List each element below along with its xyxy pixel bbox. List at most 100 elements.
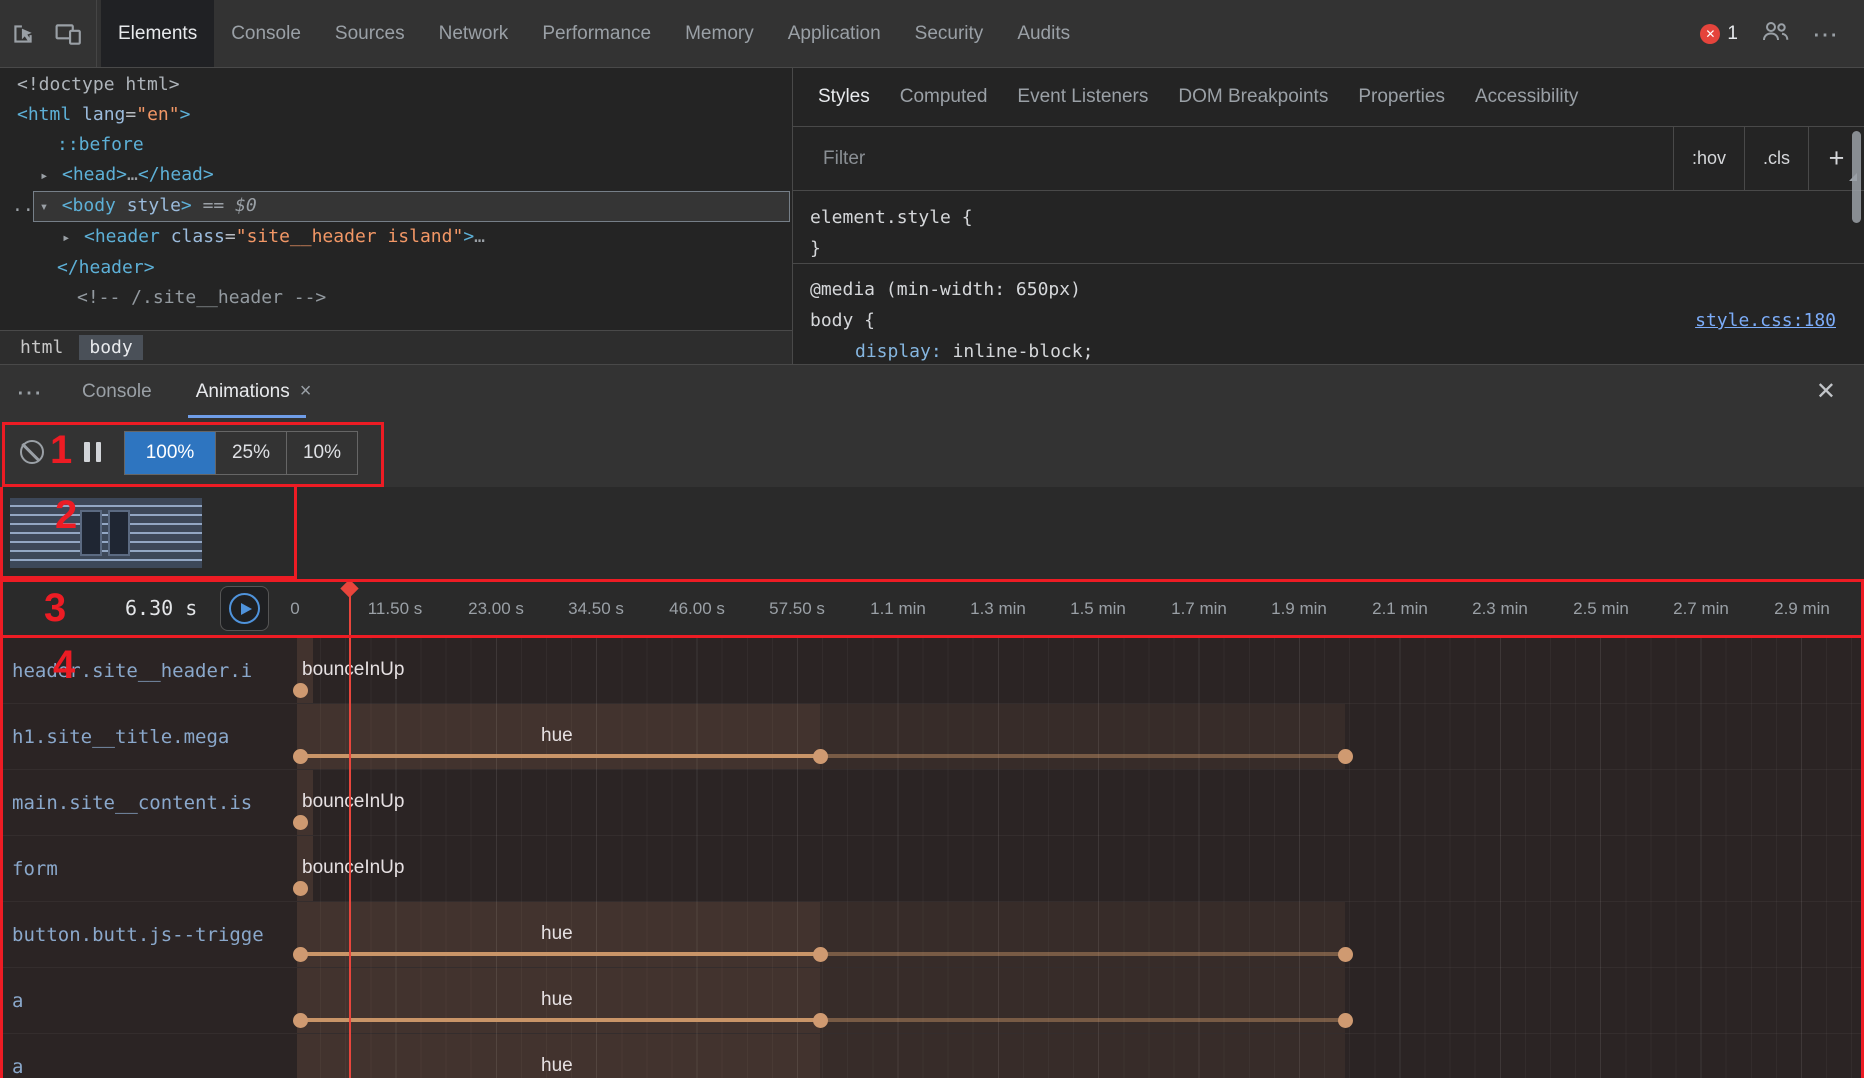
- breadcrumb: htmlbody: [0, 330, 792, 364]
- hov-toggle-button[interactable]: :hov: [1673, 127, 1744, 190]
- collapsed-arrow-icon[interactable]: ▸: [40, 161, 62, 191]
- ruler-tick-label: 2.7 min: [1673, 599, 1729, 619]
- animation-name-label: bounceInUp: [302, 659, 404, 681]
- keyframe-dot[interactable]: [293, 947, 308, 962]
- styles-tab-accessibility[interactable]: Accessibility: [1460, 68, 1593, 126]
- dom-node-line[interactable]: <!doctype html>: [0, 70, 792, 100]
- animation-node-name[interactable]: button.butt.js--trigge: [12, 924, 264, 946]
- timeline-ruler: 011.50 s23.00 s34.50 s46.00 s57.50 s1.1 …: [0, 579, 1864, 638]
- tab-console[interactable]: Console: [214, 0, 318, 67]
- drawer-close-button[interactable]: ✕: [1816, 377, 1836, 406]
- animation-row[interactable]: main.site__content.isbounceInUp: [0, 770, 1864, 836]
- animation-row[interactable]: a hue: [0, 1034, 1864, 1078]
- styles-tab-properties[interactable]: Properties: [1343, 68, 1460, 126]
- styles-tab-computed[interactable]: Computed: [885, 68, 1003, 126]
- animation-iteration-band: [820, 968, 1345, 1033]
- tab-application[interactable]: Application: [771, 0, 898, 67]
- animation-node-name[interactable]: a: [12, 990, 23, 1012]
- keyframe-dot[interactable]: [1338, 947, 1353, 962]
- collapsed-arrow-icon[interactable]: ▸: [62, 223, 84, 253]
- dom-node-line[interactable]: ..▾<body style> == $0: [0, 191, 792, 222]
- drawer-menu-button[interactable]: ⋯: [0, 379, 60, 405]
- animation-row[interactable]: button.butt.js--triggehue: [0, 902, 1864, 968]
- style-source-link[interactable]: style.css:180: [1695, 310, 1836, 331]
- keyframe-dot[interactable]: [293, 815, 308, 830]
- timeline-scrubber-line[interactable]: [349, 579, 351, 1078]
- annotation-label-1: 1: [50, 430, 72, 470]
- styles-tab-dom-breakpoints[interactable]: DOM Breakpoints: [1163, 68, 1343, 126]
- speed-100-button[interactable]: 100%: [125, 432, 215, 474]
- animation-row[interactable]: header.site__header.i bounceInUp: [0, 638, 1864, 704]
- keyframe-dot[interactable]: [293, 1013, 308, 1028]
- pause-all-button[interactable]: [84, 442, 101, 462]
- toolbar-separator: [96, 0, 97, 67]
- keyframe-dot[interactable]: [813, 1013, 828, 1028]
- preview-bar-icon: [108, 510, 130, 556]
- tab-audits[interactable]: Audits: [1000, 0, 1087, 67]
- breadcrumb-item-body[interactable]: body: [79, 335, 142, 360]
- keyframe-dot[interactable]: [1338, 749, 1353, 764]
- breadcrumb-item-html[interactable]: html: [10, 335, 73, 360]
- ruler-tick-label: 57.50 s: [769, 599, 825, 619]
- drawer-tab-strip: ConsoleAnimations×: [60, 365, 333, 418]
- keyframe-dot[interactable]: [1338, 1013, 1353, 1028]
- tab-elements[interactable]: Elements: [101, 0, 214, 67]
- cls-toggle-button[interactable]: .cls: [1744, 127, 1808, 190]
- filter-input[interactable]: [821, 147, 1673, 171]
- users-button[interactable]: [1760, 20, 1790, 47]
- styles-tab-event-listeners[interactable]: Event Listeners: [1002, 68, 1163, 126]
- drawer-tab-animations[interactable]: Animations×: [174, 365, 334, 418]
- keyframe-dot[interactable]: [293, 683, 308, 698]
- ruler-tick-label: 1.7 min: [1171, 599, 1227, 619]
- speed-10-button[interactable]: 10%: [286, 432, 357, 474]
- dom-node-line[interactable]: <!-- /.site__header -->: [0, 283, 792, 313]
- annotation-label-4: 4: [53, 645, 75, 685]
- keyframe-dot[interactable]: [813, 749, 828, 764]
- animation-iteration-bar: [820, 754, 1345, 758]
- clear-all-icon[interactable]: [20, 440, 44, 464]
- animation-node-name[interactable]: main.site__content.is: [12, 792, 252, 814]
- styles-tab-styles[interactable]: Styles: [803, 68, 885, 126]
- keyframe-dot[interactable]: [293, 749, 308, 764]
- more-menu-button[interactable]: ⋯: [1812, 21, 1840, 47]
- speed-25-button[interactable]: 25%: [215, 432, 286, 474]
- tab-network[interactable]: Network: [422, 0, 526, 67]
- animation-node-name[interactable]: header.site__header.i: [12, 660, 252, 682]
- animation-iteration-bar: [820, 1018, 1345, 1022]
- device-toolbar-button[interactable]: [46, 0, 92, 67]
- tab-memory[interactable]: Memory: [668, 0, 771, 67]
- animation-node-name[interactable]: h1.site__title.mega: [12, 726, 229, 748]
- animation-name-label: hue: [541, 1055, 573, 1077]
- dom-node-line[interactable]: </header>: [0, 253, 792, 283]
- animation-duration-bar[interactable]: [300, 754, 820, 758]
- animation-node-name[interactable]: form: [12, 858, 58, 880]
- dom-node-line[interactable]: ▸<head>…</head>: [0, 160, 792, 191]
- drawer-tab-console[interactable]: Console: [60, 365, 174, 418]
- animation-row[interactable]: formbounceInUp: [0, 836, 1864, 902]
- animation-preview-thumbnail[interactable]: [10, 498, 202, 568]
- animation-node-name[interactable]: a: [12, 1056, 23, 1078]
- keyframe-dot[interactable]: [293, 881, 308, 896]
- styles-scrollbar-thumb[interactable]: [1852, 131, 1861, 223]
- overflow-dots-icon: ..: [12, 195, 34, 216]
- css-property[interactable]: display:: [855, 341, 942, 362]
- animation-row[interactable]: h1.site__title.megahue: [0, 704, 1864, 770]
- dom-node-line[interactable]: ▸<header class="site__header island">…: [0, 222, 792, 253]
- inspect-element-button[interactable]: [0, 0, 46, 67]
- animation-duration-bar[interactable]: [300, 1018, 820, 1022]
- dom-tree: <!doctype html><html lang="en">::before▸…: [0, 70, 792, 313]
- tab-security[interactable]: Security: [898, 0, 1001, 67]
- tab-performance[interactable]: Performance: [525, 0, 668, 67]
- ruler-tick-label: 23.00 s: [468, 599, 524, 619]
- css-value[interactable]: inline-block;: [953, 341, 1094, 362]
- animation-duration-bar[interactable]: [300, 952, 820, 956]
- tab-close-icon[interactable]: ×: [300, 380, 312, 403]
- expanded-arrow-icon[interactable]: ▾: [40, 192, 62, 222]
- tab-sources[interactable]: Sources: [318, 0, 422, 67]
- playback-speed-group: 100%25%10%: [124, 431, 358, 475]
- keyframe-dot[interactable]: [813, 947, 828, 962]
- animation-row[interactable]: ahue: [0, 968, 1864, 1034]
- dom-node-line[interactable]: ::before: [0, 130, 792, 160]
- error-count-badge[interactable]: ✕ 1: [1700, 23, 1738, 45]
- dom-node-line[interactable]: <html lang="en">: [0, 100, 792, 130]
